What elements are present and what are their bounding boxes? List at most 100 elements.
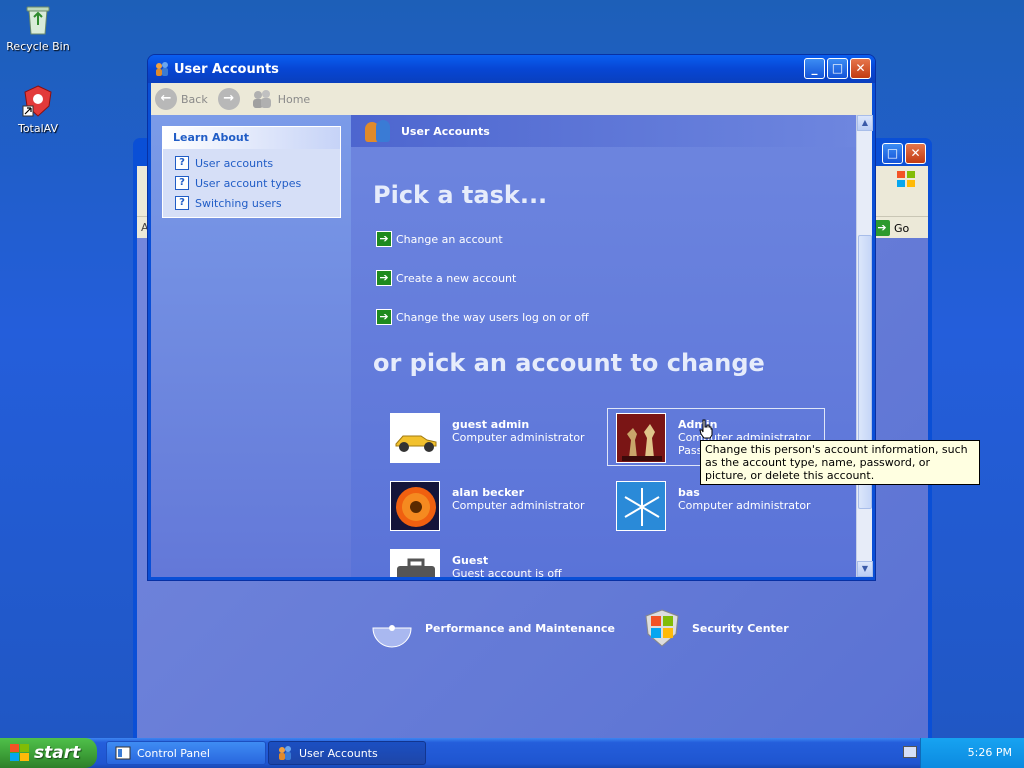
help-question-icon: ? (175, 156, 189, 170)
forward-button[interactable]: → (217, 88, 240, 110)
chess-picture (616, 413, 666, 463)
home-button[interactable]: Home (250, 89, 310, 109)
keyboard-icon[interactable] (903, 746, 917, 758)
left-pane: Learn About ? User accounts ? User accou… (151, 115, 351, 577)
window-title: User Accounts (174, 61, 279, 77)
desktop: Recycle Bin TotalAV □ ✕ A ➔ Go Performan… (0, 0, 1024, 738)
back-label: Back (181, 92, 208, 106)
green-arrow-icon: ➔ (376, 309, 392, 325)
title-bar[interactable]: User Accounts _ □ ✕ (148, 55, 875, 83)
learn-link-label: User accounts (195, 156, 274, 170)
back-button[interactable]: ← Back (155, 88, 208, 110)
category-security-center[interactable]: Security Center (642, 608, 789, 648)
back-arrow-icon: ← (155, 88, 177, 110)
learn-about-heading: Learn About (163, 127, 340, 149)
account-role: Computer administrator (452, 431, 585, 444)
minimize-button[interactable]: _ (804, 58, 825, 79)
briefcase-picture (390, 549, 440, 577)
snowflake-picture (616, 481, 666, 531)
user-accounts-icon (279, 746, 291, 760)
account-role: Computer administrator (452, 499, 585, 512)
forward-arrow-icon: → (217, 88, 240, 110)
totalav-shield-icon (22, 85, 52, 117)
maximize-button[interactable]: □ (827, 58, 848, 79)
task-label: Create a new account (396, 271, 517, 285)
main-header: User Accounts (351, 115, 856, 147)
account-name: Guest (452, 554, 489, 567)
task-change-account[interactable]: ➔ Change an account (376, 231, 503, 247)
task-change-logon[interactable]: ➔ Change the way users log on or off (376, 309, 589, 325)
desktop-icon-recycle-bin[interactable]: Recycle Bin (0, 2, 76, 53)
desktop-icon-totalav[interactable]: TotalAV (0, 84, 76, 135)
control-panel-window-controls: □ ✕ (882, 143, 926, 164)
category-label: Performance and Maintenance (425, 621, 615, 635)
go-button[interactable]: ➔ Go (874, 219, 924, 237)
windows-flag-icon (10, 744, 30, 762)
user-accounts-icon (156, 62, 168, 76)
control-panel-icon (115, 746, 131, 760)
account-name: Admin (678, 418, 718, 431)
tooltip: Change this person's account information… (700, 440, 980, 485)
account-alan-becker[interactable]: alan becker Computer administrator (390, 481, 610, 531)
security-shield-icon (645, 609, 679, 647)
navigation-toolbar: ← Back → Home (151, 83, 872, 115)
main-pane: User Accounts Pick a task... ➔ Change an… (351, 115, 856, 577)
close-button[interactable]: ✕ (850, 58, 871, 79)
task-label: Change an account (396, 232, 503, 246)
help-question-icon: ? (175, 196, 189, 210)
learn-link-label: User account types (195, 176, 302, 190)
account-guest[interactable]: Guest Guest account is off (390, 549, 610, 577)
home-label: Home (277, 92, 311, 106)
account-name: guest admin (452, 418, 530, 431)
category-label: Security Center (692, 621, 789, 635)
desktop-icon-label: TotalAV (17, 122, 59, 135)
taskbar-button-user-accounts[interactable]: User Accounts (268, 741, 426, 765)
task-label: Change the way users log on or off (396, 310, 589, 324)
home-users-icon (252, 90, 271, 108)
green-arrow-icon: ➔ (376, 231, 392, 247)
account-guest-admin[interactable]: guest admin Computer administrator (390, 413, 610, 463)
learn-link-user-accounts[interactable]: ? User accounts (163, 153, 340, 173)
help-question-icon: ? (175, 176, 189, 190)
user-accounts-window[interactable]: User Accounts _ □ ✕ ← Back → Home Learn … (147, 54, 876, 581)
account-role: Guest account is off (452, 567, 562, 577)
vertical-scrollbar[interactable]: ▲ ▼ (856, 115, 873, 577)
close-button[interactable]: ✕ (905, 143, 926, 164)
pick-account-heading: or pick an account to change (373, 349, 765, 377)
clock[interactable]: 5:26 PM (968, 746, 1012, 759)
task-create-account[interactable]: ➔ Create a new account (376, 270, 516, 286)
main-header-title: User Accounts (401, 124, 490, 138)
window-controls: _ □ ✕ (804, 58, 871, 79)
user-accounts-icon (363, 118, 393, 144)
category-performance-maintenance[interactable]: Performance and Maintenance (369, 608, 615, 648)
taskbar: start Control Panel User Accounts 5:26 P… (0, 738, 1024, 768)
account-name: alan becker (452, 486, 525, 499)
maximize-button[interactable]: □ (882, 143, 903, 164)
account-role: Computer administrator (678, 499, 811, 512)
windows-logo-icon (897, 171, 915, 187)
learn-link-label: Switching users (195, 196, 282, 210)
performance-maintenance-icon (372, 625, 412, 648)
start-label: start (34, 743, 81, 763)
learn-about-panel: Learn About ? User accounts ? User accou… (162, 126, 341, 218)
account-bas[interactable]: bas Computer administrator (616, 481, 836, 531)
scroll-down-button[interactable]: ▼ (857, 561, 873, 577)
flower-picture (390, 481, 440, 531)
desktop-icon-label: Recycle Bin (6, 40, 70, 53)
go-arrow-icon: ➔ (874, 220, 890, 236)
taskbar-button-label: Control Panel (137, 746, 210, 760)
race-car-picture (390, 413, 440, 463)
system-tray: 5:26 PM (903, 738, 1024, 768)
learn-link-account-types[interactable]: ? User account types (163, 173, 340, 193)
pick-task-heading: Pick a task... (373, 181, 548, 209)
start-button[interactable]: start (0, 738, 97, 768)
hand-cursor-icon (699, 419, 713, 439)
recycle-bin-icon (26, 6, 50, 35)
window-body: Learn About ? User accounts ? User accou… (151, 115, 873, 577)
green-arrow-icon: ➔ (376, 270, 392, 286)
scroll-up-button[interactable]: ▲ (857, 115, 873, 131)
account-name: bas (678, 486, 700, 499)
taskbar-button-label: User Accounts (299, 746, 378, 760)
taskbar-button-control-panel[interactable]: Control Panel (106, 741, 266, 765)
learn-link-switching-users[interactable]: ? Switching users (163, 193, 340, 213)
